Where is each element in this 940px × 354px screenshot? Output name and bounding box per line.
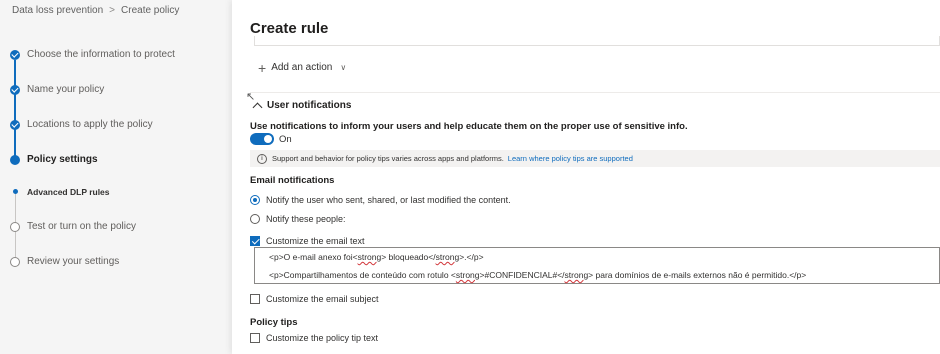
step-label: Review your settings: [27, 256, 120, 267]
email-text-line-1: <p>O e-mail anexo foi<strong> bloqueado<…: [269, 252, 484, 262]
option-label: Customize the email text: [266, 236, 365, 246]
email-notifications-title: Email notifications: [250, 175, 335, 186]
step-current-icon: [10, 155, 20, 165]
policy-tip-info-bar: i Support and behavior for policy tips v…: [250, 150, 940, 167]
chevron-down-icon: ∨: [340, 63, 347, 72]
checkbox-unchecked[interactable]: [250, 333, 260, 343]
create-rule-panel: Create rule + Add an action ∨ ↖ User not…: [232, 0, 940, 354]
step-complete-icon: [10, 85, 20, 95]
wizard-sidebar: Data loss prevention > Create policy Choos…: [0, 0, 232, 354]
step-pending-icon: [10, 257, 20, 267]
chevron-up-icon: [252, 102, 263, 112]
step-label: Choose the information to protect: [27, 49, 175, 60]
notifications-toggle[interactable]: [250, 133, 274, 145]
customize-policy-tip-option[interactable]: Customize the policy tip text: [250, 332, 378, 344]
toggle-label: On: [279, 133, 292, 145]
section-divider: [250, 92, 940, 93]
step-label: Name your policy: [27, 84, 105, 95]
step-advanced-dlp-rules[interactable]: Advanced DLP rules: [0, 184, 232, 200]
policy-tips-title: Policy tips: [250, 317, 298, 328]
notifications-toggle-group: On: [250, 133, 292, 145]
customize-email-text-option[interactable]: Customize the email text: [250, 235, 365, 247]
checkbox-checked[interactable]: [250, 236, 260, 246]
step-choose-information[interactable]: Choose the information to protect: [0, 47, 232, 63]
progress-line: [14, 60, 16, 160]
step-label: Test or turn on the policy: [27, 221, 136, 232]
step-test-or-turn-on[interactable]: Test or turn on the policy: [0, 219, 232, 235]
step-complete-icon: [10, 120, 20, 130]
radio-checked[interactable]: [250, 195, 260, 205]
radio-unchecked[interactable]: [250, 214, 260, 224]
step-label: Advanced DLP rules: [27, 187, 110, 197]
user-notifications-description: Use notifications to inform your users a…: [250, 121, 688, 132]
step-name-policy[interactable]: Name your policy: [0, 82, 232, 98]
option-label: Customize the policy tip text: [266, 333, 379, 343]
option-label: Customize the email subject: [266, 294, 379, 304]
user-notifications-title: User notifications: [267, 100, 352, 111]
user-notifications-header[interactable]: User notifications: [252, 100, 352, 112]
step-locations[interactable]: Locations to apply the policy: [0, 117, 232, 133]
option-label: Notify the user who sent, shared, or las…: [266, 195, 511, 205]
step-pending-icon: [10, 222, 20, 232]
info-text: Support and behavior for policy tips var…: [272, 154, 504, 163]
step-policy-settings[interactable]: Policy settings: [0, 152, 232, 168]
checkbox-unchecked[interactable]: [250, 294, 260, 304]
email-text-input[interactable]: <p>O e-mail anexo foi<strong> bloqueado<…: [254, 247, 940, 284]
notify-sender-option[interactable]: Notify the user who sent, shared, or las…: [250, 194, 511, 206]
plus-icon: +: [258, 59, 267, 76]
option-label: Notify these people:: [266, 214, 346, 224]
email-text-line-2: <p>Compartilhamentos de conteúdo com rot…: [269, 270, 807, 280]
policy-tips-support-link[interactable]: Learn where policy tips are supported: [508, 154, 633, 163]
add-action-button[interactable]: + Add an action ∨: [258, 59, 347, 76]
panel-title: Create rule: [250, 20, 329, 37]
notify-people-option[interactable]: Notify these people:: [250, 213, 346, 225]
add-action-label: Add an action: [271, 62, 333, 73]
substep-icon: [12, 189, 18, 194]
step-complete-icon: [10, 50, 20, 60]
previous-field[interactable]: [254, 36, 940, 46]
wizard-steps: Choose the information to protect Name y…: [0, 0, 232, 354]
step-label: Locations to apply the policy: [27, 119, 153, 130]
step-label: Policy settings: [27, 154, 98, 165]
info-icon: i: [257, 153, 267, 164]
step-review-settings[interactable]: Review your settings: [0, 254, 232, 270]
customize-email-subject-option[interactable]: Customize the email subject: [250, 293, 379, 305]
